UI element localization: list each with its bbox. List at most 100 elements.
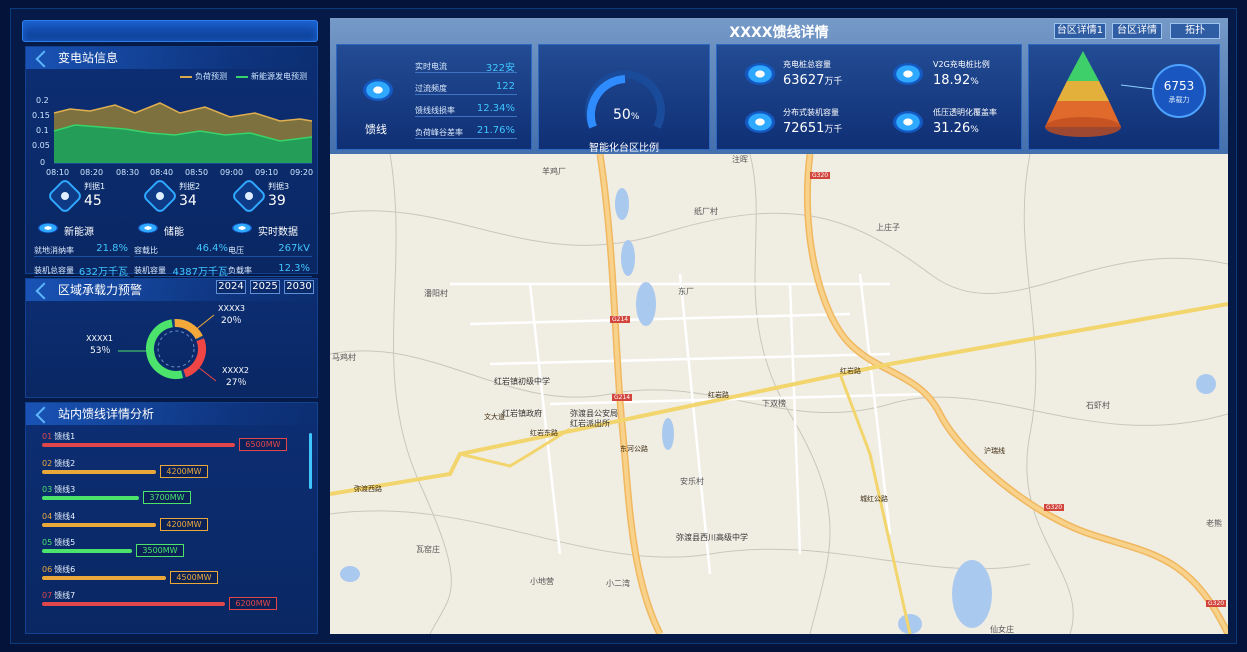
- feeder-no: 03: [42, 485, 53, 494]
- feeder-name: 馈线6: [54, 564, 76, 574]
- segment-label: XXXX1: [86, 334, 113, 343]
- transparency-icon: [893, 111, 923, 133]
- feeder-bar: [42, 469, 156, 474]
- distributed-icon: [745, 111, 775, 133]
- x-tick: 09:00: [220, 168, 243, 177]
- map-label: 仙女庄: [990, 625, 1014, 634]
- judge-label: 判据3: [268, 182, 290, 191]
- district-detail-1-button[interactable]: 台区详情1: [1054, 23, 1106, 39]
- map-label: 注晖: [732, 155, 748, 164]
- stat-row: 馈线线损率 12.34%: [415, 103, 517, 117]
- feeder-row[interactable]: 02 馈线2 4200MW: [42, 458, 312, 482]
- feeder-label: 04 馈线4: [42, 511, 77, 522]
- metric-value: 72651万千: [783, 121, 843, 136]
- stat-row: 装机总容量 632万千瓦: [34, 261, 130, 278]
- feeder-no: 07: [42, 591, 53, 600]
- capacity-card: 6753 承载力: [1028, 44, 1220, 150]
- capacity-value: 6753: [1163, 79, 1195, 93]
- judge-1: 判据1 45: [46, 177, 132, 215]
- feeder-label: 05 馈线5: [42, 537, 77, 548]
- map-label: 东厂: [678, 287, 694, 296]
- map-label: 红岩镇初级中学: [494, 377, 550, 386]
- map-label: 老熊: [1206, 519, 1222, 528]
- x-tick: 08:10: [46, 168, 69, 177]
- section-title: 新能源: [34, 223, 94, 238]
- feeder-row[interactable]: 04 馈线4 4200MW: [42, 511, 312, 535]
- y-tick: 0: [40, 158, 45, 167]
- feeder-icon: [363, 79, 393, 101]
- road-label: 红岩路: [840, 367, 861, 375]
- year-2025-button[interactable]: 2025: [250, 280, 280, 294]
- stat-row: 装机容量 4387万千瓦: [134, 261, 230, 278]
- highway-shield: G320: [1206, 600, 1227, 607]
- section-storage: 储能 容载比 46.4% 装机容量 4387万千瓦: [134, 223, 230, 285]
- map-label: 瓦窑庄: [416, 545, 440, 554]
- map-view[interactable]: 羊鸡厂 纸厂村 上庄子 东厂 潘阳村 红岩镇初级中学 红岩镇政府 弥渡县公安局 …: [330, 154, 1228, 634]
- road-label: 弥渡西路: [354, 485, 382, 493]
- feeder-name: 馈线5: [54, 538, 76, 547]
- judge-2: 判据2 34: [141, 177, 227, 215]
- left-column: 变电站信息 负荷预测 新能源发电预测 0.2 0.15 0.1 0.05 0 0…: [22, 18, 318, 636]
- feeder-stats-card: 馈线 实时电流 322安 过流频度 122 馈线线损率 12.34% 负荷峰谷差率 21…: [336, 44, 532, 150]
- panel-title: 变电站信息: [26, 47, 317, 69]
- road-label: 红岩东路: [530, 429, 558, 437]
- metric-value: 18.92%: [933, 73, 979, 88]
- stat-row: 电压 267kV: [228, 243, 312, 257]
- feeder-row[interactable]: 07 馈线7 6200MW: [42, 590, 312, 614]
- y-tick: 0.1: [36, 126, 49, 135]
- feeder-no: 06: [42, 564, 53, 574]
- year-2024-button[interactable]: 2024: [216, 280, 246, 294]
- stat-row: 过流频度 122: [415, 81, 517, 95]
- year-2030-button[interactable]: 2030: [284, 280, 314, 294]
- list-scrollbar[interactable]: [309, 433, 312, 489]
- segment-label: XXXX2: [222, 366, 249, 375]
- map-label: 小二湾: [606, 579, 630, 588]
- feeder-row[interactable]: 01 馈线1 6500MW: [42, 431, 312, 455]
- substation-panel: 变电站信息 负荷预测 新能源发电预测 0.2 0.15 0.1 0.05 0 0…: [25, 46, 318, 278]
- metric-label: V2G充电桩比例: [933, 60, 990, 69]
- x-tick: 09:10: [255, 168, 278, 177]
- map-label: 红岩派出所: [570, 419, 610, 428]
- metric-value: 63627万千: [783, 73, 843, 88]
- map-label: 下双榜: [762, 399, 786, 408]
- gauge-label: 智能化台区比例: [589, 143, 659, 154]
- feeder-label: 02 馈线2: [42, 458, 77, 469]
- x-tick: 08:20: [80, 168, 103, 177]
- map-label: 小地营: [530, 577, 554, 586]
- highway-shield: G320: [810, 172, 831, 179]
- metric-value: 31.26%: [933, 121, 979, 136]
- feeder-row[interactable]: 05 馈线5 3500MW: [42, 537, 312, 561]
- section-realtime: 实时数据 电压 267kV 负载率 12.3%: [228, 223, 312, 285]
- judge-label: 判据2: [179, 182, 201, 191]
- topology-button[interactable]: 拓扑: [1170, 23, 1220, 39]
- warning-panel: 区域承载力预警 2024 2025 2030 XXXX1 53％ XXXX3 2…: [25, 278, 318, 398]
- metric-label: 充电桩总容量: [783, 60, 831, 69]
- metric-label: 分布式装机容量: [783, 108, 839, 117]
- storage-icon: [138, 223, 158, 233]
- feeder-label: 01 馈线1: [42, 431, 77, 442]
- map-label: 弥渡县西川高级中学: [676, 533, 748, 542]
- map-label: 红岩镇政府: [502, 409, 542, 418]
- feeder-bar: [42, 549, 132, 553]
- judge-value: 39: [268, 193, 286, 209]
- segment-pct: 20％: [221, 315, 241, 326]
- segment-pct: 27％: [226, 377, 246, 388]
- feeder-row[interactable]: 03 馈线3 3700MW: [42, 484, 312, 508]
- gauge-value: 50%: [613, 107, 640, 123]
- x-tick: 09:20: [290, 168, 313, 177]
- district-detail-button[interactable]: 台区详情: [1112, 23, 1162, 39]
- segment-pct: 53％: [90, 345, 110, 356]
- capacity-label: 承载力: [1168, 96, 1190, 104]
- load-forecast-chart: 负荷预测 新能源发电预测 0.2 0.15 0.1 0.05 0 08:10 0…: [30, 69, 315, 181]
- road-label: 红岩路: [708, 391, 729, 399]
- feeder-no: 04: [42, 511, 53, 521]
- metrics-card: 充电桩总容量 63627万千 V2G充电桩比例 18.92% 分布式装机容量 7…: [716, 44, 1022, 150]
- road-label: 城红公路: [860, 495, 888, 503]
- feeder-row[interactable]: 06 馈线6 4500MW: [42, 564, 312, 588]
- map-label: 纸厂村: [694, 207, 718, 216]
- feeder-value: 3500MW: [136, 544, 184, 557]
- feeder-label: 06 馈线6: [42, 564, 77, 575]
- stat-row: 容载比 46.4%: [134, 243, 230, 257]
- feeder-panel: 站内馈线详情分析 01 馈线1 6500MW 02 馈线2 4200MW 03 馈线3 3700…: [25, 402, 318, 634]
- feeder-name: 馈线7: [54, 591, 76, 600]
